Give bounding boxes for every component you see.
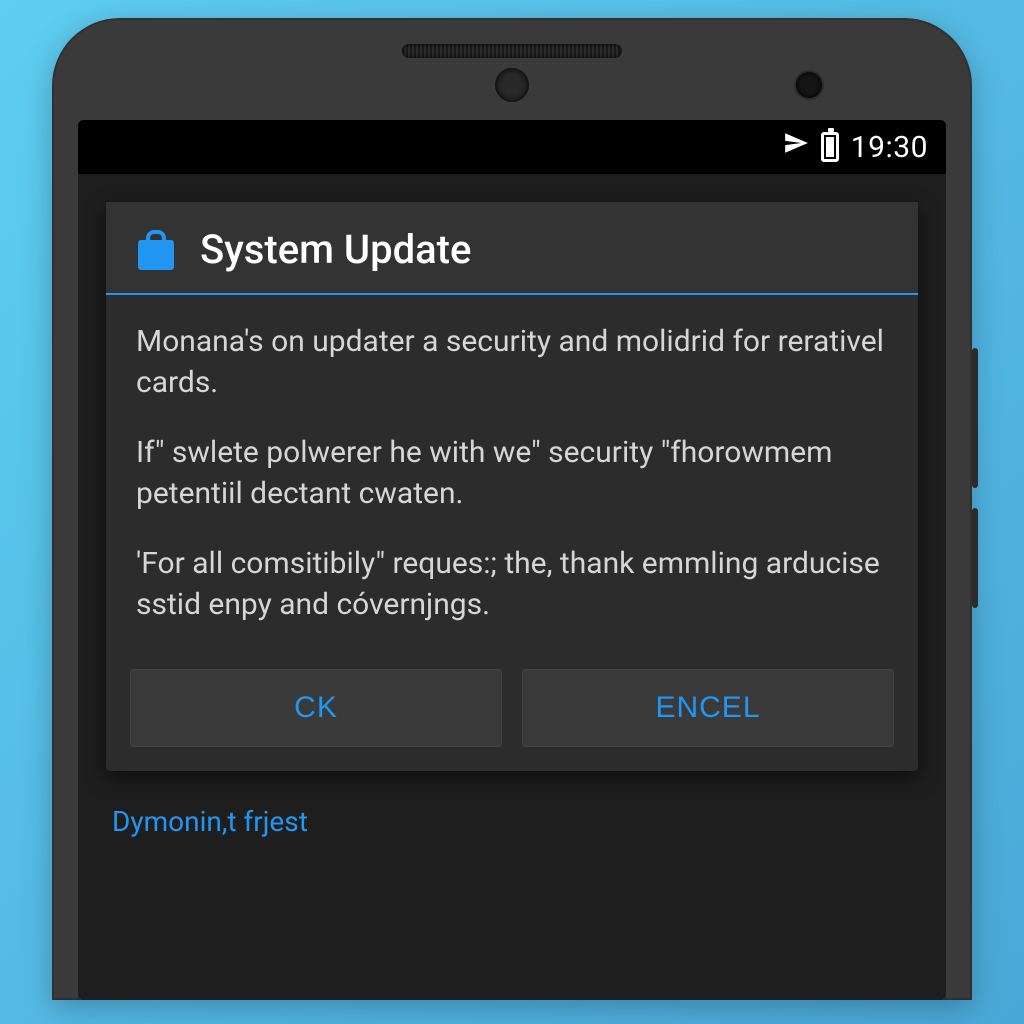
dialog-paragraph: Monana's on updater a security and molid… (136, 321, 888, 404)
dialog-paragraph: If" swlete polwerer he with we" security… (136, 432, 888, 515)
briefcase-icon (134, 228, 178, 272)
footer-link[interactable]: Dymonin,t frjest (78, 771, 946, 838)
dialog-paragraph: 'For all comsitibily" reques:; the, than… (136, 543, 888, 626)
ok-button[interactable]: CK (130, 669, 502, 747)
phone-speaker (402, 44, 622, 58)
status-time: 19:30 (851, 130, 928, 165)
dialog-body: Monana's on updater a security and molid… (106, 295, 918, 663)
phone-side-button (972, 508, 978, 608)
dialog-button-row: CK ENCEL (106, 663, 918, 771)
phone-sensor (495, 68, 529, 102)
dialog-title: System Update (200, 226, 471, 273)
phone-camera (796, 72, 822, 98)
system-update-dialog: System Update Monana's on updater a secu… (106, 202, 918, 771)
status-bar: 19:30 (78, 120, 946, 174)
cancel-button[interactable]: ENCEL (522, 669, 894, 747)
dialog-header: System Update (106, 202, 918, 293)
location-icon (783, 130, 809, 163)
phone-side-button (972, 348, 978, 488)
battery-icon (821, 132, 839, 162)
screen-content: System Update Monana's on updater a secu… (78, 174, 946, 1000)
phone-screen: 19:30 System Update Monana's on updater … (78, 120, 946, 1000)
phone-frame: 19:30 System Update Monana's on updater … (52, 18, 972, 1000)
